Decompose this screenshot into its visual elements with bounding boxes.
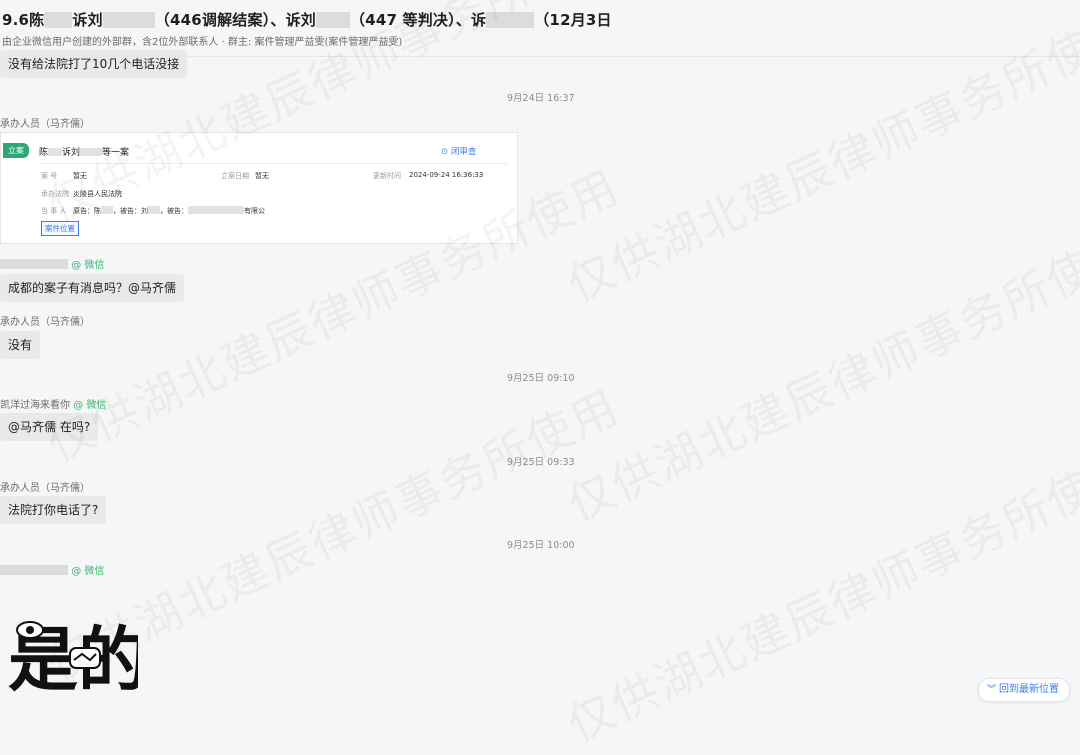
sender-name: 承办人员（马齐儒） — [0, 119, 90, 130]
party-list: 原告：陈 ，被告：刘 ，被告： 有限公 — [73, 206, 265, 215]
sender-name: 承办人员（马齐儒） — [0, 317, 90, 328]
redaction-mask — [148, 206, 160, 214]
redaction-mask — [80, 148, 103, 156]
message-bubble[interactable]: 没有 — [0, 331, 41, 359]
case-status-tag: 立案 — [3, 143, 29, 158]
redaction-mask — [102, 12, 155, 28]
chat-title[interactable]: 9.6陈 诉刘 （446调解结案）、诉刘 （447 等判决）、诉 （12月3日 — [2, 9, 612, 30]
case-title-part: 陈 — [39, 148, 49, 158]
field-value: 暂无 — [73, 172, 87, 180]
sticker-image[interactable]: 是的 — [6, 604, 138, 696]
timestamp: 9月24日 16:37 — [507, 93, 575, 104]
message-bubble[interactable]: 没有给法院打了10几个电话没接 — [0, 50, 188, 78]
field-label: 当 事 人 — [41, 207, 67, 215]
title-part: （447 等判决）、诉 — [350, 11, 487, 29]
title-part: 诉刘 — [72, 11, 103, 29]
case-card[interactable]: 立案 陈 诉刘 等一案 ⊙ 闭审查 案 号 暂无 立案日期 暂无 更新时间 2024… — [0, 132, 518, 244]
redaction-mask — [101, 206, 113, 214]
party: 原告：陈 — [73, 207, 101, 215]
sender-name: @ 微信 — [0, 562, 104, 577]
timestamp: 9月25日 09:33 — [507, 457, 575, 468]
eye-icon — [16, 621, 44, 639]
double-chevron-down-icon: ︾ — [987, 685, 997, 695]
wechat-tag: @ 微信 — [73, 400, 107, 411]
timestamp: 9月25日 10:00 — [507, 540, 575, 551]
redaction-mask — [316, 12, 350, 28]
sender-name: 凯洋过海来看你 @ 微信 — [0, 396, 106, 411]
timestamp: 9月25日 09:10 — [507, 373, 575, 384]
case-title-part: 等一案 — [102, 148, 130, 158]
redaction-mask — [0, 565, 68, 575]
handshake-icon — [69, 647, 101, 669]
sender-name: 承办人员（马齐儒） — [0, 483, 90, 494]
party: 被告： — [167, 207, 188, 215]
message-bubble[interactable]: 法院打你电话了? — [0, 496, 107, 524]
sender-name: @ 微信 — [0, 256, 104, 271]
field-value: 2024-09-24 16:36:33 — [409, 171, 484, 179]
chat-header: 9.6陈 诉刘 （446调解结案）、诉刘 （447 等判决）、诉 （12月3日 由企业微… — [0, 0, 1080, 57]
redaction-mask — [188, 206, 244, 214]
title-part: 9.6陈 — [2, 11, 45, 29]
title-part: （12月3日 — [534, 11, 612, 29]
field-label: 案 号 — [41, 172, 58, 180]
case-title: 陈 诉刘 等一案 — [39, 145, 129, 158]
case-title-part: 诉刘 — [62, 148, 81, 158]
case-location-button[interactable]: 案件位置 — [41, 221, 79, 236]
field-label: 承办法院 — [41, 190, 69, 198]
chat-subtitle: 由企业微信用户创建的外部群，含2位外部联系人 · 群主: 案件管理严益雯(案件管… — [2, 37, 403, 48]
goto-latest-button[interactable]: ︾ 回到最新位置 — [978, 678, 1071, 702]
watermark: 仅供湖北建辰律师事务所使用 — [555, 211, 1080, 535]
message-bubble[interactable]: 成都的案子有消息吗？@马齐儒 — [0, 274, 185, 302]
redaction-mask — [486, 12, 535, 28]
divider — [39, 163, 509, 164]
party: 有限公 — [244, 207, 265, 215]
follow-link[interactable]: ⊙ 闭审查 — [441, 145, 476, 157]
message-bubble[interactable]: @马齐儒 在吗? — [0, 413, 99, 441]
field-value: 炎陵县人民法院 — [73, 190, 122, 198]
watermark: 仅供湖北建辰律师事务所使用 — [555, 431, 1080, 755]
wechat-tag: @ 微信 — [71, 260, 105, 271]
party: 被告：刘 — [120, 207, 148, 215]
redaction-mask — [0, 259, 68, 269]
title-part: （446调解结案）、诉刘 — [154, 11, 316, 29]
redaction-mask — [48, 148, 63, 156]
goto-latest-label: 回到最新位置 — [999, 684, 1060, 695]
wechat-tag: @ 微信 — [71, 566, 105, 577]
sender-nickname: 凯洋过海来看你 — [0, 400, 70, 411]
redaction-mask — [44, 12, 73, 28]
field-value: 暂无 — [255, 172, 269, 180]
field-label: 立案日期 — [221, 172, 249, 180]
field-label: 更新时间 — [373, 172, 401, 180]
